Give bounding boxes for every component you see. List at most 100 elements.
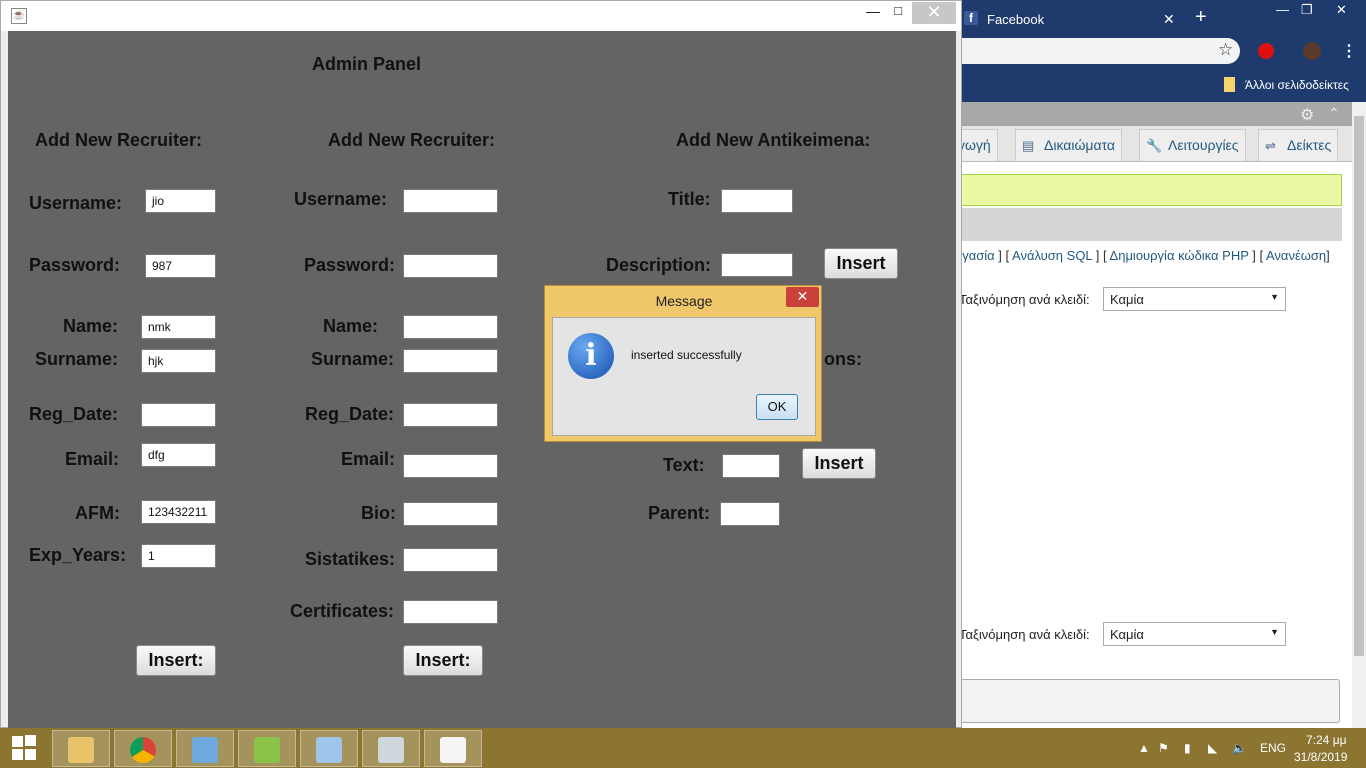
col2-username-field[interactable] bbox=[403, 189, 498, 213]
battery-icon[interactable]: ▮ bbox=[1184, 741, 1191, 755]
other-bookmarks-link[interactable]: Άλλοι σελιδοδείκτες bbox=[1245, 78, 1349, 92]
ok-button[interactable]: OK bbox=[756, 394, 798, 420]
col1-afm-field[interactable]: 123432211 bbox=[141, 500, 216, 524]
link-refresh[interactable]: Ανανέωση bbox=[1266, 248, 1326, 263]
col2-certificates-field[interactable] bbox=[403, 600, 498, 624]
sql-textarea[interactable] bbox=[960, 679, 1340, 723]
java-icon: ☕ bbox=[11, 8, 27, 24]
col1-email-field[interactable]: dfg bbox=[141, 443, 216, 467]
privileges-icon: ▤ bbox=[1022, 138, 1035, 153]
taskbar-notepadpp[interactable] bbox=[238, 730, 296, 767]
col2-insert-button[interactable]: Insert: bbox=[403, 645, 483, 676]
browser-restore-icon[interactable]: ❐ bbox=[1301, 2, 1313, 18]
col2-surname-label: Surname: bbox=[311, 349, 395, 369]
col1-insert-button[interactable]: Insert: bbox=[136, 645, 216, 676]
gear-icon[interactable]: ⚙ bbox=[1300, 105, 1314, 125]
tab-triggers[interactable]: ⇌ Δείκτες bbox=[1258, 129, 1339, 161]
sort-select[interactable]: Καμία ▼ bbox=[1103, 622, 1286, 646]
col3-partial-label: ons: bbox=[824, 349, 862, 369]
col3-parent-field[interactable] bbox=[720, 502, 780, 526]
col2-password-field[interactable] bbox=[403, 254, 498, 278]
scrollbar-thumb[interactable] bbox=[1354, 116, 1364, 656]
col2-name-label: Name: bbox=[323, 316, 379, 336]
app-icon bbox=[316, 737, 342, 763]
language-indicator[interactable]: ENG bbox=[1260, 741, 1286, 755]
chrome-menu-icon[interactable]: ⋮ bbox=[1341, 41, 1357, 61]
col3-title-field[interactable] bbox=[721, 189, 793, 213]
col2-email-field[interactable] bbox=[403, 454, 498, 478]
bookmark-star-icon[interactable]: ☆ bbox=[1218, 40, 1233, 60]
tab-title: Facebook bbox=[987, 12, 1045, 27]
tab-close-icon[interactable]: ✕ bbox=[1163, 11, 1175, 28]
facebook-icon: f bbox=[964, 11, 978, 25]
col2-regdate-field[interactable] bbox=[403, 403, 498, 427]
col3-description-field[interactable] bbox=[721, 253, 793, 277]
browser-window: f Facebook ✕ + — ❐ ✕ ☆ ⋮ Άλλοι σελιδοδεί… bbox=[951, 0, 1366, 728]
col3-insert-text-button[interactable]: Insert bbox=[802, 448, 876, 479]
wifi-icon[interactable]: ◣ bbox=[1208, 741, 1217, 755]
flag-icon[interactable]: ⚑ bbox=[1158, 741, 1169, 755]
sort-label: Ταξινόμηση ανά κλειδί: bbox=[959, 292, 1090, 307]
col1-exp-field[interactable]: 1 bbox=[141, 544, 216, 568]
col1-password-label: Password: bbox=[29, 255, 121, 275]
adblock-icon[interactable] bbox=[1258, 43, 1274, 59]
taskbar: ▲ ⚑ ▮ ◣ 🔈 ENG 7:24 μμ 31/8/2019 bbox=[0, 728, 1366, 768]
col1-regdate-field[interactable] bbox=[141, 403, 216, 427]
link-create-php[interactable]: Δημιουργία κώδικα PHP bbox=[1110, 248, 1249, 263]
collapse-icon[interactable]: ⌃ bbox=[1328, 105, 1340, 122]
taskbar-app[interactable] bbox=[300, 730, 358, 767]
col1-surname-field[interactable]: hjk bbox=[141, 349, 216, 373]
new-tab-button[interactable]: + bbox=[1195, 6, 1207, 29]
link-analyze-sql[interactable]: Ανάλυση SQL bbox=[1012, 248, 1092, 263]
clock-date[interactable]: 31/8/2019 bbox=[1294, 750, 1347, 764]
browser-minimize-icon[interactable]: — bbox=[1276, 2, 1289, 17]
pma-action-links: ογασία ] [ Ανάλυση SQL ] [ Δημιουργία κώ… bbox=[955, 248, 1352, 263]
taskbar-file-explorer[interactable] bbox=[52, 730, 110, 767]
separator: ] [ bbox=[1248, 248, 1266, 263]
dialog-title: Message bbox=[655, 293, 713, 309]
chevron-down-icon: ▼ bbox=[1270, 627, 1279, 637]
col2-surname-field[interactable] bbox=[403, 349, 498, 373]
tab-privileges[interactable]: ▤ Δικαιώματα bbox=[1015, 129, 1123, 161]
col3-text-field[interactable] bbox=[722, 454, 780, 478]
col3-text-label: Text: bbox=[663, 455, 705, 475]
col1-password-field[interactable]: 987 bbox=[145, 254, 216, 278]
col2-bio-field[interactable] bbox=[403, 502, 498, 526]
avatar[interactable] bbox=[1303, 42, 1321, 60]
tab-operations[interactable]: 🔧 Λειτουργίες bbox=[1139, 129, 1246, 161]
volume-icon[interactable]: 🔈 bbox=[1232, 741, 1247, 755]
browser-tab-facebook[interactable]: f Facebook ✕ bbox=[958, 3, 1178, 34]
clock-time[interactable]: 7:24 μμ bbox=[1306, 733, 1347, 747]
close-button[interactable]: ✕ bbox=[912, 2, 956, 24]
taskbar-chrome[interactable] bbox=[114, 730, 172, 767]
col1-name-field[interactable]: nmk bbox=[141, 315, 216, 339]
sort-select[interactable]: Καμία ▼ bbox=[1103, 287, 1286, 311]
address-bar[interactable] bbox=[955, 38, 1240, 64]
col3-description-label: Description: bbox=[606, 255, 712, 275]
col1-username-field[interactable]: jio bbox=[145, 189, 216, 213]
tab-label: Δικαιώματα bbox=[1044, 137, 1116, 153]
col1-afm-label: AFM: bbox=[75, 503, 120, 523]
col2-name-field[interactable] bbox=[403, 315, 498, 339]
browser-close-icon[interactable]: ✕ bbox=[1336, 2, 1347, 18]
chrome-icon bbox=[130, 737, 156, 763]
separator: ] bbox=[1326, 248, 1330, 263]
virtualbox-icon bbox=[192, 737, 218, 763]
sort-label: Ταξινόμηση ανά κλειδί: bbox=[959, 627, 1090, 642]
taskbar-java[interactable] bbox=[424, 730, 482, 767]
dialog-close-button[interactable]: ✕ bbox=[786, 287, 819, 307]
col1-name-label: Name: bbox=[63, 316, 119, 336]
col2-sistatikes-field[interactable] bbox=[403, 548, 498, 572]
scrollbar[interactable] bbox=[1352, 102, 1366, 728]
col3-insert-button[interactable]: Insert bbox=[824, 248, 898, 279]
taskbar-window[interactable] bbox=[362, 730, 420, 767]
separator: ] [ bbox=[1092, 248, 1110, 263]
start-button[interactable] bbox=[0, 728, 50, 768]
col1-exp-label: Exp_Years: bbox=[29, 545, 127, 565]
maximize-button[interactable]: □ bbox=[888, 3, 908, 25]
taskbar-virtualbox[interactable] bbox=[176, 730, 234, 767]
col2-heading: Add New Recruiter: bbox=[328, 130, 496, 150]
folder-icon bbox=[1224, 77, 1235, 92]
minimize-button[interactable]: — bbox=[863, 3, 883, 25]
chevron-up-icon[interactable]: ▲ bbox=[1138, 741, 1150, 755]
